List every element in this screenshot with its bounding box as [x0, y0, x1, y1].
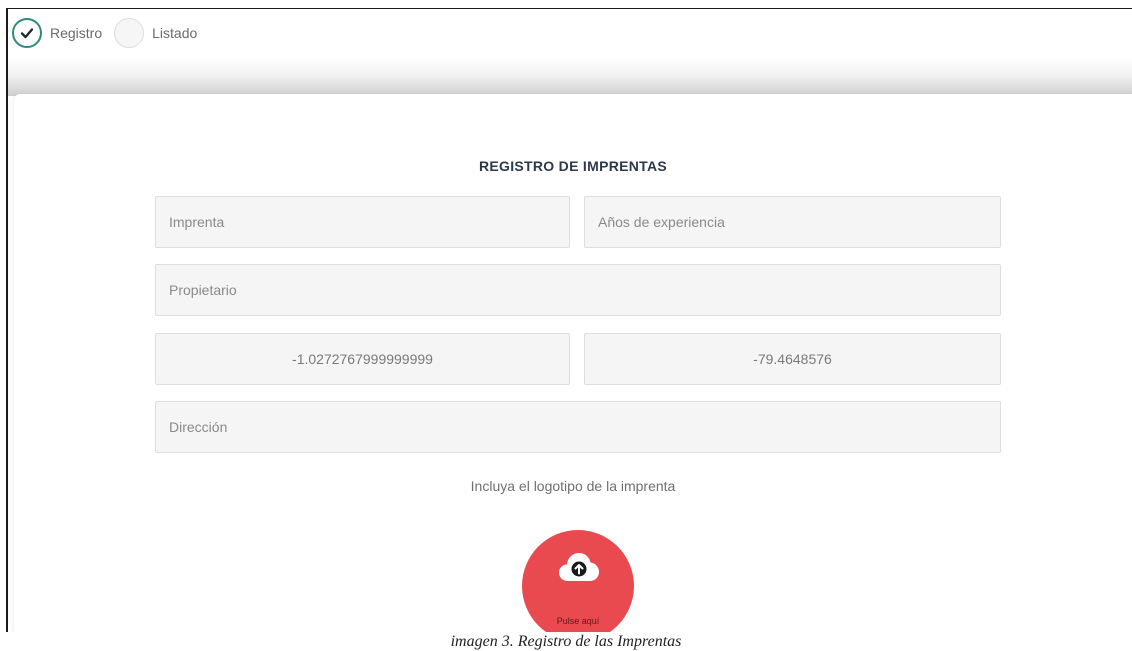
frame-border-left [6, 8, 8, 632]
upload-label: Pulse aquí [556, 616, 600, 626]
latitud-value: -1.0272767999999999 [292, 351, 433, 367]
check-icon [20, 28, 34, 39]
imprenta-placeholder: Imprenta [169, 214, 225, 230]
longitud-value: -79.4648576 [753, 351, 832, 367]
app-frame: Registro Listado REGISTRO DE IMPRENTAS I… [0, 0, 1132, 632]
stepper: Registro Listado [12, 18, 209, 48]
form-title: REGISTRO DE IMPRENTAS [478, 158, 668, 174]
experiencia-input[interactable]: Años de experiencia [584, 196, 1001, 248]
form-card: REGISTRO DE IMPRENTAS Imprenta Años de e… [14, 94, 1132, 632]
longitud-input[interactable]: -79.4648576 [584, 333, 1001, 385]
imprenta-input[interactable]: Imprenta [155, 196, 570, 248]
propietario-input[interactable]: Propietario [155, 264, 1001, 316]
step-registro[interactable]: Registro [12, 18, 102, 48]
propietario-placeholder: Propietario [169, 282, 237, 298]
step-listado-label: Listado [152, 25, 198, 41]
frame-border-top [6, 8, 1132, 9]
figure-caption: imagen 3. Registro de las Imprentas [0, 632, 1132, 651]
step-listado-circle [114, 18, 145, 48]
step-listado[interactable]: Listado [114, 18, 197, 48]
step-registro-circle [12, 18, 42, 48]
latitud-input[interactable]: -1.0272767999999999 [155, 333, 570, 385]
step-registro-label: Registro [50, 25, 103, 41]
logo-hint: Incluya el logotipo de la imprenta [470, 478, 676, 494]
cloud-upload-icon [559, 553, 599, 581]
upload-button[interactable]: Pulse aquí [522, 530, 634, 632]
header-shadow [8, 58, 1132, 96]
direccion-input[interactable]: Dirección [155, 401, 1001, 453]
direccion-placeholder: Dirección [169, 419, 228, 435]
experiencia-placeholder: Años de experiencia [598, 214, 725, 230]
